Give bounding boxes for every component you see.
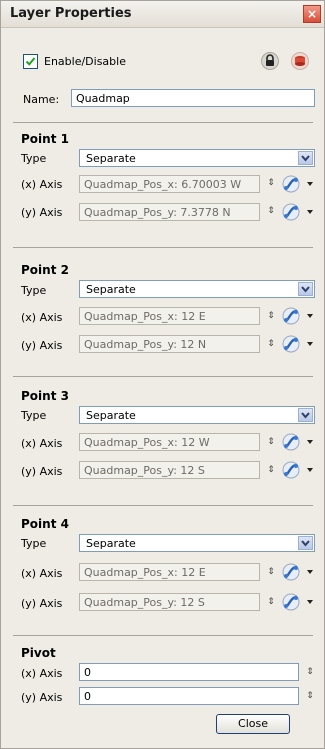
pivot-x-spinner-icon[interactable]: ⇕	[306, 668, 314, 677]
function-curve-icon[interactable]	[282, 335, 300, 353]
x-axis-field[interactable]: Quadmap_Pos_x: 6.70003 W	[79, 175, 260, 193]
x-axis-label: (x) Axis	[21, 567, 63, 580]
function-curve-icon[interactable]	[282, 175, 300, 193]
y-axis-field[interactable]: Quadmap_Pos_y: 12 S	[79, 461, 260, 479]
function-curve-icon[interactable]	[282, 433, 300, 451]
type-label: Type	[21, 284, 47, 297]
y-axis-label: (y) Axis	[21, 597, 63, 610]
y-axis-menu-arrow-icon[interactable]	[307, 600, 313, 604]
enable-disable-label: Enable/Disable	[44, 55, 126, 68]
x-axis-menu-arrow-icon[interactable]	[307, 182, 313, 186]
y-axis-menu-arrow-icon[interactable]	[307, 342, 313, 346]
window-title: Layer Properties	[10, 6, 132, 21]
divider	[13, 505, 313, 506]
chevron-down-icon[interactable]	[298, 282, 313, 296]
x-axis-field[interactable]: Quadmap_Pos_x: 12 E	[79, 307, 260, 325]
layer-properties-window: Layer Properties × Enable/Disable Name: …	[0, 0, 325, 749]
x-axis-menu-arrow-icon[interactable]	[307, 570, 313, 574]
y-axis-field[interactable]: Quadmap_Pos_y: 7.3778 N	[79, 203, 260, 221]
name-field[interactable]: Quadmap	[71, 89, 315, 107]
y-axis-spinner-icon[interactable]: ⇕	[267, 207, 275, 216]
enable-checkbox[interactable]	[23, 54, 38, 69]
divider	[13, 122, 313, 123]
type-select[interactable]: Separate	[79, 280, 315, 298]
x-axis-label: (x) Axis	[21, 311, 63, 324]
point-3-title: Point 3	[21, 389, 69, 403]
x-axis-label: (x) Axis	[21, 437, 63, 450]
y-axis-spinner-icon[interactable]: ⇕	[267, 598, 275, 607]
x-axis-field[interactable]: Quadmap_Pos_x: 12 E	[79, 563, 260, 581]
y-axis-spinner-icon[interactable]: ⇕	[267, 466, 275, 475]
type-select[interactable]: Separate	[79, 534, 315, 552]
y-axis-label: (y) Axis	[21, 206, 63, 219]
lock-icon[interactable]	[261, 52, 279, 70]
point-4-title: Point 4	[21, 517, 69, 531]
x-axis-spinner-icon[interactable]: ⇕	[267, 568, 275, 577]
type-select-value: Separate	[86, 283, 136, 296]
function-curve-icon[interactable]	[282, 307, 300, 325]
x-axis-menu-arrow-icon[interactable]	[307, 440, 313, 444]
pivot-x-axis-label: (x) Axis	[21, 667, 63, 680]
x-axis-spinner-icon[interactable]: ⇕	[267, 312, 275, 321]
checkmark-icon	[25, 57, 36, 66]
chevron-down-icon[interactable]	[298, 536, 313, 550]
x-axis-spinner-icon[interactable]: ⇕	[267, 179, 275, 188]
function-curve-icon[interactable]	[282, 563, 300, 581]
function-curve-icon[interactable]	[282, 461, 300, 479]
type-label: Type	[21, 152, 47, 165]
x-axis-label: (x) Axis	[21, 178, 63, 191]
pivot-y-field[interactable]: 0	[79, 687, 299, 705]
type-select[interactable]: Separate	[79, 406, 315, 424]
divider	[13, 247, 313, 248]
type-select-value: Separate	[86, 152, 136, 165]
x-axis-field[interactable]: Quadmap_Pos_x: 12 W	[79, 433, 260, 451]
close-button[interactable]: Close	[216, 714, 290, 734]
x-axis-menu-arrow-icon[interactable]	[307, 314, 313, 318]
y-axis-label: (y) Axis	[21, 465, 63, 478]
type-select[interactable]: Separate	[79, 149, 315, 167]
title-bar[interactable]: Layer Properties ×	[1, 1, 324, 28]
pivot-y-axis-label: (y) Axis	[21, 691, 63, 704]
function-curve-icon[interactable]	[282, 203, 300, 221]
pivot-y-spinner-icon[interactable]: ⇕	[306, 692, 314, 701]
type-select-value: Separate	[86, 409, 136, 422]
chevron-down-icon[interactable]	[298, 151, 313, 165]
y-axis-field[interactable]: Quadmap_Pos_y: 12 S	[79, 593, 260, 611]
type-label: Type	[21, 409, 47, 422]
point-1-title: Point 1	[21, 132, 69, 146]
function-curve-icon[interactable]	[282, 593, 300, 611]
y-axis-spinner-icon[interactable]: ⇕	[267, 340, 275, 349]
divider	[13, 376, 313, 377]
divider	[13, 635, 313, 636]
y-axis-label: (y) Axis	[21, 339, 63, 352]
y-axis-menu-arrow-icon[interactable]	[307, 210, 313, 214]
layer-color-icon[interactable]	[291, 52, 309, 70]
type-select-value: Separate	[86, 537, 136, 550]
x-axis-spinner-icon[interactable]: ⇕	[267, 438, 275, 447]
pivot-x-field[interactable]: 0	[79, 663, 299, 681]
chevron-down-icon[interactable]	[298, 408, 313, 422]
point-2-title: Point 2	[21, 263, 69, 277]
type-label: Type	[21, 537, 47, 550]
name-label: Name:	[23, 93, 60, 106]
pivot-title: Pivot	[21, 646, 56, 660]
close-window-icon[interactable]: ×	[303, 5, 321, 23]
y-axis-field[interactable]: Quadmap_Pos_y: 12 N	[79, 335, 260, 353]
y-axis-menu-arrow-icon[interactable]	[307, 468, 313, 472]
